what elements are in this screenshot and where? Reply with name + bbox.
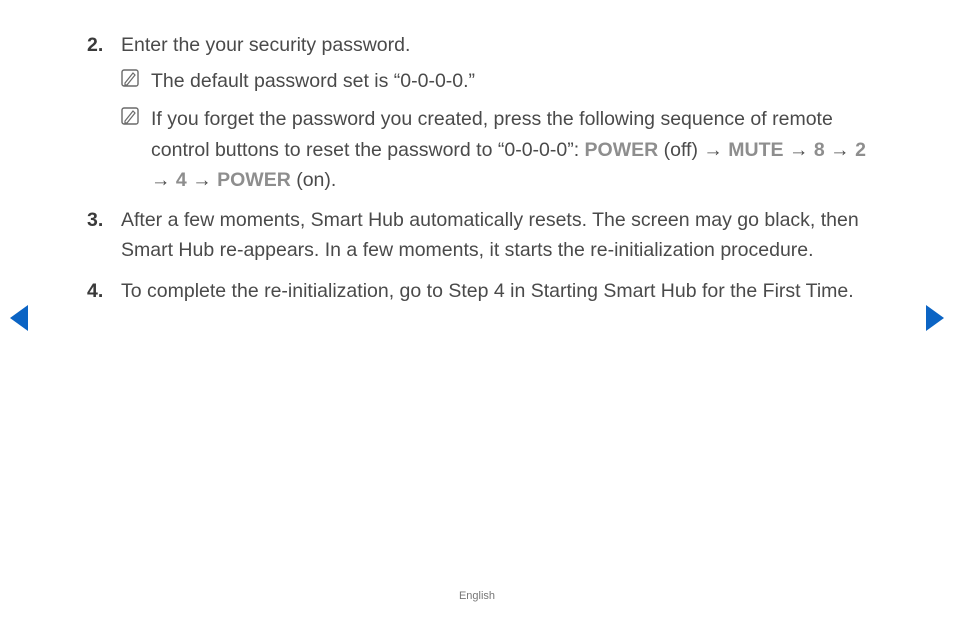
arrow-3: →	[830, 139, 850, 161]
note-default-password: The default password set is “0-0-0-0.”	[121, 66, 889, 96]
note-text: The default password set is “0-0-0-0.”	[151, 70, 475, 92]
step-number: 4.	[87, 276, 103, 306]
note-reset-sequence: If you forget the password you created, …	[121, 104, 889, 195]
step-text: After a few moments, Smart Hub automatic…	[121, 209, 859, 261]
step-2-notes: The default password set is “0-0-0-0.” I…	[121, 66, 889, 195]
step-text: To complete the re-initialization, go to…	[121, 280, 854, 302]
kw-8: 8	[814, 139, 825, 161]
kw-4: 4	[176, 169, 187, 191]
txt-off: (off)	[658, 139, 703, 161]
step-3: 3. After a few moments, Smart Hub automa…	[87, 205, 889, 265]
arrow-2: →	[789, 139, 809, 161]
arrow-5: →	[192, 169, 212, 191]
manual-page: 2. Enter the your security password. The…	[0, 0, 954, 624]
note-text-sequence: If you forget the password you created, …	[151, 108, 866, 190]
kw-mute: MUTE	[728, 139, 783, 161]
kw-power-on: POWER	[217, 169, 291, 191]
step-number: 2.	[87, 30, 103, 60]
note-icon	[121, 69, 139, 87]
next-page-arrow[interactable]	[926, 305, 944, 331]
note-icon	[121, 107, 139, 125]
arrow-1: →	[703, 139, 723, 161]
kw-2: 2	[855, 139, 866, 161]
step-text: Enter the your security password.	[121, 34, 410, 56]
step-4: 4. To complete the re-initialization, go…	[87, 276, 889, 306]
step-2: 2. Enter the your security password. The…	[87, 30, 889, 195]
arrow-4: →	[151, 169, 171, 191]
steps-list: 2. Enter the your security password. The…	[87, 30, 889, 306]
step-number: 3.	[87, 205, 103, 235]
txt-on: (on).	[291, 169, 337, 191]
prev-page-arrow[interactable]	[10, 305, 28, 331]
content-area: 2. Enter the your security password. The…	[87, 30, 889, 316]
footer-language: English	[0, 590, 954, 602]
kw-power-off: POWER	[585, 139, 659, 161]
